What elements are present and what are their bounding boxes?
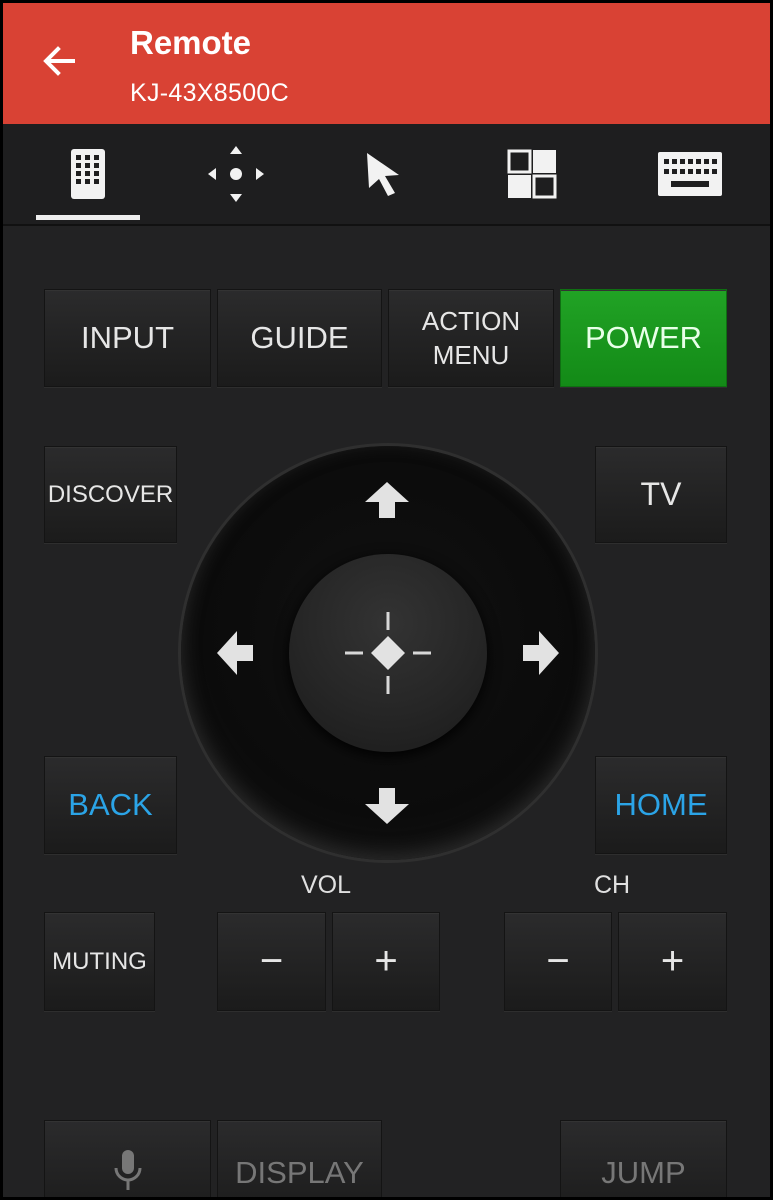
- input-button[interactable]: INPUT: [44, 289, 211, 387]
- active-tab-indicator: [36, 215, 140, 220]
- page-title: Remote: [130, 24, 252, 61]
- crosshair-icon: [345, 612, 431, 694]
- action-menu-label-line2: MENU: [432, 340, 510, 370]
- tab-pointer[interactable]: [329, 124, 439, 224]
- tab-apps[interactable]: [477, 124, 587, 224]
- home-button[interactable]: HOME: [595, 756, 727, 854]
- action-menu-button[interactable]: ACTION MENU: [388, 289, 554, 387]
- up-arrow-icon[interactable]: [363, 480, 411, 520]
- enter-button[interactable]: [289, 554, 487, 752]
- power-button[interactable]: POWER: [560, 289, 727, 387]
- jump-button[interactable]: JUMP: [560, 1120, 727, 1197]
- volume-label: VOL: [301, 871, 352, 899]
- channel-up-button[interactable]: +: [618, 912, 727, 1011]
- remote-screen: Remote KJ-43X8500C INPUT GUIDE ACTION ME…: [3, 3, 770, 1197]
- tab-dpad[interactable]: [181, 124, 291, 224]
- discover-button[interactable]: DISCOVER: [44, 446, 177, 543]
- dpad: [181, 446, 595, 860]
- remote-icon: [71, 149, 105, 199]
- right-arrow-icon[interactable]: [521, 629, 561, 677]
- back-arrow-icon[interactable]: [39, 41, 79, 81]
- tab-keyboard[interactable]: [625, 124, 755, 224]
- voice-search-button[interactable]: [44, 1120, 211, 1197]
- down-arrow-icon[interactable]: [363, 786, 411, 826]
- volume-up-button[interactable]: +: [332, 912, 440, 1011]
- microphone-icon: [114, 1150, 141, 1190]
- app-bar: Remote KJ-43X8500C: [3, 3, 770, 124]
- guide-button[interactable]: GUIDE: [217, 289, 382, 387]
- keyboard-icon: [658, 152, 722, 196]
- action-menu-label-line1: ACTION: [421, 306, 521, 336]
- display-button[interactable]: DISPLAY: [217, 1120, 382, 1197]
- pointer-icon: [367, 153, 399, 196]
- apps-grid-icon: [507, 149, 557, 199]
- channel-label: CH: [594, 871, 631, 899]
- channel-down-button[interactable]: −: [504, 912, 612, 1011]
- device-model: KJ-43X8500C: [130, 79, 289, 107]
- dpad-icon: [208, 146, 264, 202]
- tv-button[interactable]: TV: [595, 446, 727, 543]
- tab-bar: [3, 124, 770, 226]
- muting-button[interactable]: MUTING: [44, 912, 155, 1011]
- back-button[interactable]: BACK: [44, 756, 177, 854]
- volume-down-button[interactable]: −: [217, 912, 326, 1011]
- tab-remote[interactable]: [33, 124, 143, 224]
- left-arrow-icon[interactable]: [215, 629, 255, 677]
